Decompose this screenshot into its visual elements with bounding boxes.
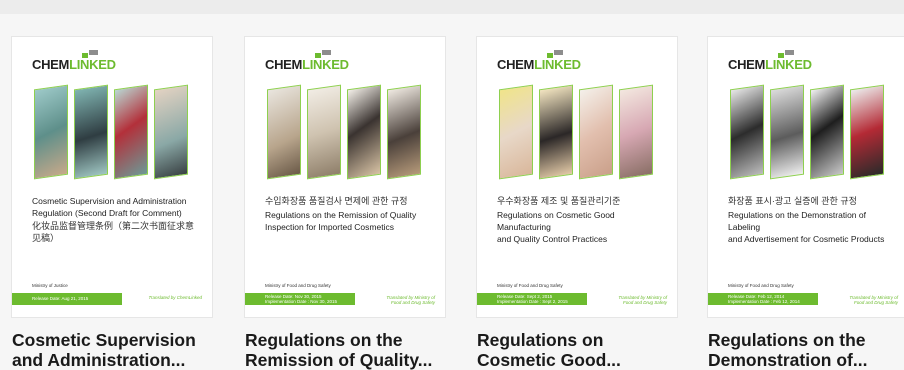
- cover-subtitle: 化妆品监督管理条例（第二次书面征求意见稿）: [32, 221, 195, 243]
- logo-mark-icon: [315, 50, 333, 58]
- card-caption[interactable]: Regulations on the Demonstration of...: [708, 330, 904, 370]
- cover-image-mosaic: [34, 84, 190, 180]
- cover-title: Regulations on Cosmetic Good Manufacturi…: [497, 210, 615, 244]
- logo-mark-icon: [778, 50, 796, 58]
- cover-title: Regulations on the Remission of Quality I…: [265, 210, 417, 232]
- document-cover-card[interactable]: CHEMLINKED Cosmetic Supervision and Admi…: [12, 37, 212, 317]
- ministry-label: Ministry of Justice: [32, 283, 68, 288]
- logo-mark-icon: [547, 50, 565, 58]
- cover-korean-title: 수입화장품 품질검사 면제에 관한 규정: [265, 196, 408, 206]
- translated-by: Translated by Ministry of Food and Drug …: [618, 295, 667, 305]
- cover-title: Regulations on the Demonstration of Labe…: [728, 210, 885, 244]
- top-bar: [0, 0, 904, 14]
- document-cover-card[interactable]: CHEMLINKED 우수화장품 제조 및 품질관리기준 Regulations…: [477, 37, 677, 317]
- card-caption[interactable]: Regulations on the Remission of Quality..…: [245, 330, 455, 370]
- cover-image-mosaic: [730, 84, 886, 180]
- cover-title: Cosmetic Supervision and Administration R…: [32, 196, 187, 218]
- card-caption[interactable]: Regulations on Cosmetic Good...: [477, 330, 687, 370]
- ministry-label: Ministry of Food and Drug Safety: [728, 283, 794, 288]
- translated-by: Translated by Ministry of Food and Drug …: [386, 295, 435, 305]
- release-date-bar: Release Date: Feb 12, 2014 Implementation…: [708, 293, 818, 305]
- cover-korean-title: 우수화장품 제조 및 품질관리기준: [497, 196, 621, 206]
- ministry-label: Ministry of Food and Drug Safety: [497, 283, 563, 288]
- chemlinked-logo: CHEMLINKED: [32, 57, 116, 72]
- logo-mark-icon: [82, 50, 100, 58]
- translated-by: Translated by ChemLinked: [148, 295, 202, 300]
- card-caption[interactable]: Cosmetic Supervision and Administration..…: [12, 330, 222, 370]
- release-date-bar: Release Date: Nov 30, 2015 Implementation…: [245, 293, 355, 305]
- document-cover-card[interactable]: CHEMLINKED 화장품 표시·광고 실증에 관한 규정 Regulatio…: [708, 37, 904, 317]
- translated-by: Translated by Ministry of Food and Drug …: [849, 295, 898, 305]
- chemlinked-logo: CHEMLINKED: [265, 57, 349, 72]
- document-cover-card[interactable]: CHEMLINKED 수입화장품 품질검사 면제에 관한 규정 Regulati…: [245, 37, 445, 317]
- release-date-bar: Release Date: Sept 2, 2015 Implementation…: [477, 293, 587, 305]
- cover-korean-title: 화장품 표시·광고 실증에 관한 규정: [728, 196, 857, 206]
- cover-image-mosaic: [499, 84, 655, 180]
- chemlinked-logo: CHEMLINKED: [497, 57, 581, 72]
- release-date-bar: Release Date: Aug 21, 2015: [12, 293, 122, 305]
- ministry-label: Ministry of Food and Drug Safety: [265, 283, 331, 288]
- cover-image-mosaic: [267, 84, 423, 180]
- chemlinked-logo: CHEMLINKED: [728, 57, 812, 72]
